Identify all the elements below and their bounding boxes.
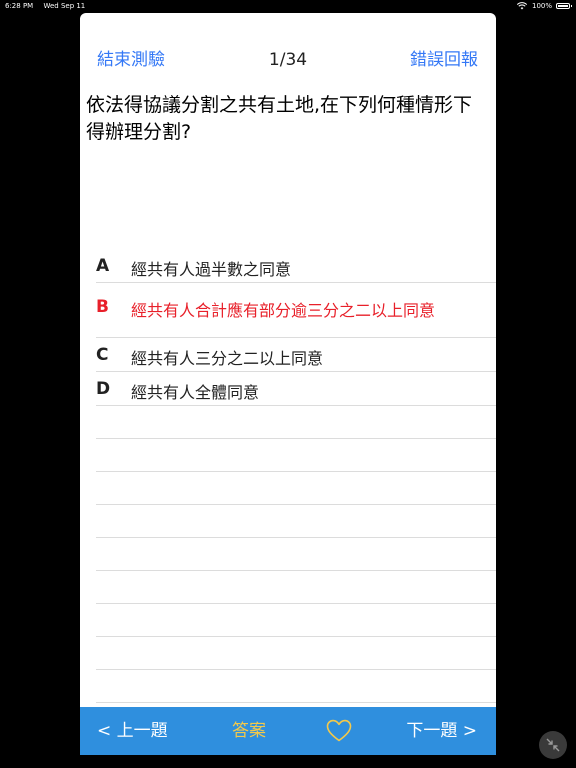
nav-bar: 結束測驗 1/34 錯誤回報	[80, 13, 496, 85]
show-answer-button[interactable]: 答案	[232, 720, 266, 742]
divider	[96, 472, 496, 505]
previous-question-button[interactable]: < 上一題	[97, 720, 168, 742]
ruled-lines	[96, 406, 496, 703]
option-text: 經共有人過半數之同意	[131, 260, 292, 279]
option-c[interactable]: C 經共有人三分之二以上同意	[96, 338, 496, 372]
divider	[96, 637, 496, 670]
option-d[interactable]: D 經共有人全體同意	[96, 372, 496, 406]
divider	[96, 538, 496, 571]
heart-outline-icon[interactable]	[326, 719, 352, 743]
battery-percent: 100%	[531, 2, 552, 10]
next-question-button[interactable]: 下一題 >	[406, 720, 477, 742]
status-date: Wed Sep 11	[43, 2, 86, 10]
divider	[96, 505, 496, 538]
option-letter: C	[96, 345, 109, 365]
status-left: 6:28 PM Wed Sep 11	[5, 0, 93, 12]
option-text: 經共有人合計應有部分逾三分之二以上同意	[131, 301, 436, 320]
status-time: 6:28 PM	[5, 2, 34, 10]
wifi-icon	[516, 2, 527, 10]
status-bar: 6:28 PM Wed Sep 11 100%	[0, 0, 576, 12]
question-text: 依法得協議分割之共有土地,在下列何種情形下得辦理分割?	[86, 94, 473, 143]
option-letter: B	[96, 297, 109, 317]
divider	[96, 439, 496, 472]
option-a[interactable]: A 經共有人過半數之同意	[96, 250, 496, 283]
divider	[96, 571, 496, 604]
collapse-arrows-icon	[546, 738, 560, 752]
option-letter: A	[96, 256, 110, 276]
status-right: 100%	[516, 0, 572, 12]
option-letter: D	[96, 379, 111, 399]
shrink-window-button[interactable]	[539, 731, 567, 759]
battery-icon	[556, 3, 572, 9]
report-error-button[interactable]: 錯誤回報	[410, 49, 478, 71]
bottom-toolbar: < 上一題 答案 下一題 >	[80, 707, 496, 755]
quiz-card: 結束測驗 1/34 錯誤回報 依法得協議分割之共有土地,在下列何種情形下得辦理分…	[80, 13, 496, 755]
divider	[96, 670, 496, 703]
options-list: A 經共有人過半數之同意 B 經共有人合計應有部分逾三分之二以上同意 C 經共有…	[96, 250, 496, 406]
divider	[96, 406, 496, 439]
option-text: 經共有人三分之二以上同意	[131, 349, 324, 368]
divider	[96, 604, 496, 637]
option-b[interactable]: B 經共有人合計應有部分逾三分之二以上同意	[96, 283, 496, 338]
option-text: 經共有人全體同意	[131, 383, 260, 402]
